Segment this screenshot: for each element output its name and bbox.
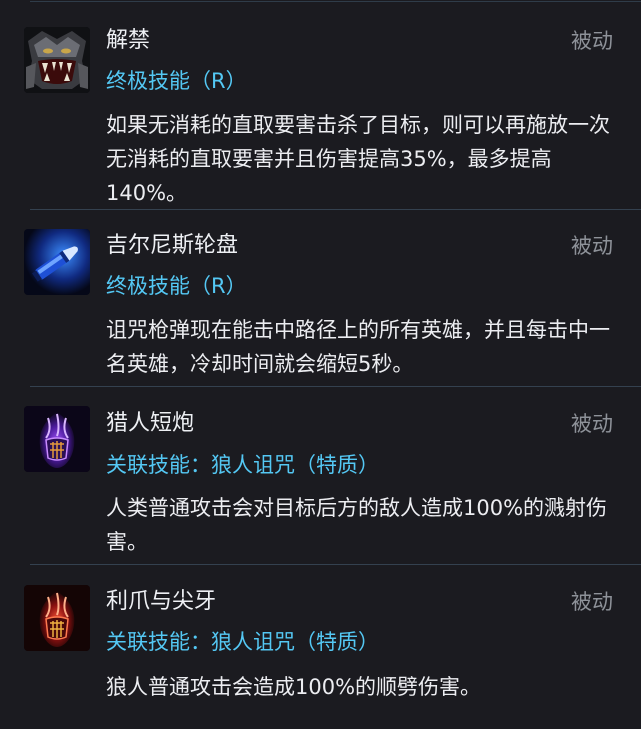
talent-description: 如果无消耗的直取要害击杀了目标，则可以再施放一次无消耗的直取要害并且伤害提高35… bbox=[106, 113, 610, 205]
talent-name: 解禁 bbox=[106, 28, 151, 53]
divider bbox=[30, 564, 641, 565]
divider bbox=[30, 209, 641, 210]
talent-name: 猎人短炮 bbox=[106, 411, 195, 436]
passive-label: 被动 bbox=[571, 590, 613, 614]
talent-description: 狼人普通攻击会造成100%的顺劈伤害。 bbox=[106, 675, 482, 699]
talent-name: 吉尔尼斯轮盘 bbox=[106, 233, 239, 258]
divider bbox=[30, 386, 641, 387]
passive-label: 被动 bbox=[571, 234, 613, 258]
talent-description: 诅咒枪弹现在能击中路径上的所有英雄，并且每击中一名英雄，冷却时间就会缩短5秒。 bbox=[106, 318, 610, 376]
bullet-icon bbox=[24, 229, 90, 295]
talent-subtitle: 终极技能（R） bbox=[106, 274, 247, 298]
talent-subtitle: 关联技能：狼人诅咒（特质） bbox=[106, 630, 379, 654]
talent-description: 人类普通攻击会对目标后方的敌人造成100%的溅射伤害。 bbox=[106, 496, 608, 554]
red-claw-icon bbox=[24, 585, 90, 651]
talent-name: 利爪与尖牙 bbox=[106, 589, 217, 614]
top-divider bbox=[30, 1, 641, 2]
purple-claw-icon bbox=[24, 406, 90, 472]
passive-label: 被动 bbox=[571, 412, 613, 436]
talent-subtitle: 关联技能：狼人诅咒（特质） bbox=[106, 453, 379, 477]
beast-roar-icon bbox=[24, 27, 90, 93]
talent-subtitle: 终极技能（R） bbox=[106, 69, 247, 93]
passive-label: 被动 bbox=[571, 29, 613, 53]
